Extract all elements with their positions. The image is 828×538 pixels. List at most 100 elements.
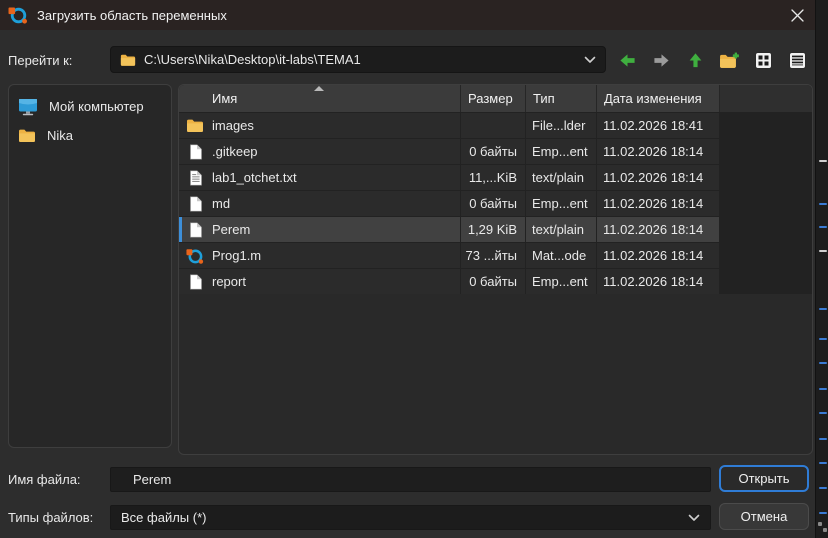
- close-icon: [791, 9, 804, 22]
- current-path: C:\Users\Nika\Desktop\it-labs\TEMA1: [144, 52, 584, 67]
- column-header-filler: [720, 85, 812, 112]
- table-row-images[interactable]: images File...lder 11.02.2026 18:41: [179, 113, 812, 138]
- sidebar-item-my-computer[interactable]: Мой компьютер: [9, 92, 171, 121]
- background-text-fragment: [819, 412, 827, 414]
- file-date: 11.02.2026 18:14: [597, 269, 719, 294]
- path-combobox[interactable]: C:\Users\Nika\Desktop\it-labs\TEMA1: [110, 46, 606, 73]
- computer-icon: [18, 98, 38, 116]
- background-text-fragment: [818, 522, 822, 526]
- background-text-fragment: [819, 462, 827, 464]
- folder-icon: [18, 128, 36, 143]
- open-button[interactable]: Открыть: [719, 465, 809, 492]
- file-name: Perem: [212, 222, 250, 237]
- detail-view-button[interactable]: [784, 47, 810, 73]
- background-text-fragment: [819, 438, 827, 440]
- folder-icon: [120, 53, 136, 67]
- background-text-fragment: [819, 160, 827, 162]
- detail-view-icon: [788, 51, 807, 70]
- new-folder-icon: [719, 52, 739, 69]
- file-name: md: [212, 196, 230, 211]
- file-date: 11.02.2026 18:14: [597, 243, 719, 268]
- file-type: text/plain: [526, 217, 596, 242]
- close-button[interactable]: [779, 0, 815, 30]
- file-name: .gitkeep: [212, 144, 258, 159]
- table-row-perem-selected[interactable]: Perem 1,29 KiB text/plain 11.02.2026 18:…: [179, 217, 812, 242]
- background-text-fragment: [819, 226, 827, 228]
- file-type: Mat...ode: [526, 243, 596, 268]
- table-row-report[interactable]: report 0 байты Emp...ent 11.02.2026 18:1…: [179, 269, 812, 294]
- parent-directory-button[interactable]: [682, 47, 708, 73]
- goto-label: Перейти к:: [8, 53, 72, 68]
- file-name: report: [212, 274, 246, 289]
- file-size: [461, 113, 525, 138]
- file-type: Emp...ent: [526, 191, 596, 216]
- table-body: images File...lder 11.02.2026 18:41 .git…: [179, 112, 812, 294]
- file-date: 11.02.2026 18:41: [597, 113, 719, 138]
- filetype-value: Все файлы (*): [121, 510, 206, 525]
- cancel-button[interactable]: Отмена: [719, 503, 809, 530]
- column-header-date[interactable]: Дата изменения: [597, 85, 719, 112]
- file-date: 11.02.2026 18:14: [597, 217, 719, 242]
- background-text-fragment: [819, 338, 827, 340]
- sidebar-item-label: Мой компьютер: [49, 99, 144, 114]
- file-type: text/plain: [526, 165, 596, 190]
- column-header-size[interactable]: Размер: [461, 85, 525, 112]
- filetype-combobox[interactable]: Все файлы (*): [110, 505, 711, 530]
- octave-logo-icon: [8, 5, 28, 25]
- places-sidebar: Мой компьютер Nika: [8, 84, 172, 448]
- up-arrow-icon: [687, 51, 704, 69]
- table-row-lab1-otchet[interactable]: lab1_otchet.txt 11,...KiB text/plain 11.…: [179, 165, 812, 190]
- forward-arrow-icon: [652, 52, 671, 69]
- table-row-md[interactable]: md 0 байты Emp...ent 11.02.2026 18:14: [179, 191, 812, 216]
- file-list-panel: Имя Размер Тип Дата изменения images Fil…: [178, 84, 813, 455]
- background-text-fragment: [819, 203, 827, 205]
- file-icon: [186, 221, 204, 239]
- filetype-label: Типы файлов:: [8, 510, 93, 525]
- new-folder-button[interactable]: [716, 47, 742, 73]
- folder-icon: [186, 117, 204, 135]
- file-text-icon: [186, 169, 204, 187]
- file-size: 0 байты: [461, 191, 525, 216]
- table-row-prog1[interactable]: Prog1.m 73 ...йты Mat...ode 11.02.2026 1…: [179, 243, 812, 268]
- background-text-fragment: [819, 512, 827, 514]
- file-name: images: [212, 118, 254, 133]
- forward-button[interactable]: [648, 47, 674, 73]
- chevron-down-icon: [688, 514, 700, 522]
- file-name: Prog1.m: [212, 248, 261, 263]
- file-name: lab1_otchet.txt: [212, 170, 297, 185]
- background-text-fragment: [819, 250, 827, 252]
- background-text-fragment: [819, 308, 827, 310]
- filename-label: Имя файла:: [8, 472, 81, 487]
- filename-input[interactable]: [110, 467, 711, 492]
- window-title: Загрузить область переменных: [37, 8, 227, 23]
- back-arrow-icon: [618, 52, 637, 69]
- file-date: 11.02.2026 18:14: [597, 139, 719, 164]
- file-icon: [186, 273, 204, 291]
- file-icon: [186, 195, 204, 213]
- file-size: 1,29 KiB: [461, 217, 525, 242]
- octave-file-icon: [186, 247, 204, 265]
- file-type: File...lder: [526, 113, 596, 138]
- sidebar-item-nika[interactable]: Nika: [9, 121, 171, 150]
- column-header-type[interactable]: Тип: [526, 85, 596, 112]
- load-workspace-dialog: Загрузить область переменных Перейти к: …: [0, 0, 815, 538]
- back-button[interactable]: [614, 47, 640, 73]
- title-bar: Загрузить область переменных: [0, 0, 815, 30]
- file-size: 0 байты: [461, 139, 525, 164]
- sidebar-item-label: Nika: [47, 128, 73, 143]
- background-text-fragment: [819, 388, 827, 390]
- sort-indicator-icon: [314, 86, 324, 91]
- background-text-fragment: [819, 362, 827, 364]
- background-text-fragment: [819, 487, 827, 489]
- table-header: Имя Размер Тип Дата изменения: [179, 85, 812, 112]
- file-type: Emp...ent: [526, 269, 596, 294]
- table-row-gitkeep[interactable]: .gitkeep 0 байты Emp...ent 11.02.2026 18…: [179, 139, 812, 164]
- background-text-fragment: [823, 528, 827, 532]
- list-view-icon: [754, 51, 773, 70]
- column-header-name[interactable]: Имя: [179, 85, 460, 112]
- file-icon: [186, 143, 204, 161]
- file-date: 11.02.2026 18:14: [597, 191, 719, 216]
- list-view-button[interactable]: [750, 47, 776, 73]
- file-date: 11.02.2026 18:14: [597, 165, 719, 190]
- file-size: 73 ...йты: [461, 243, 525, 268]
